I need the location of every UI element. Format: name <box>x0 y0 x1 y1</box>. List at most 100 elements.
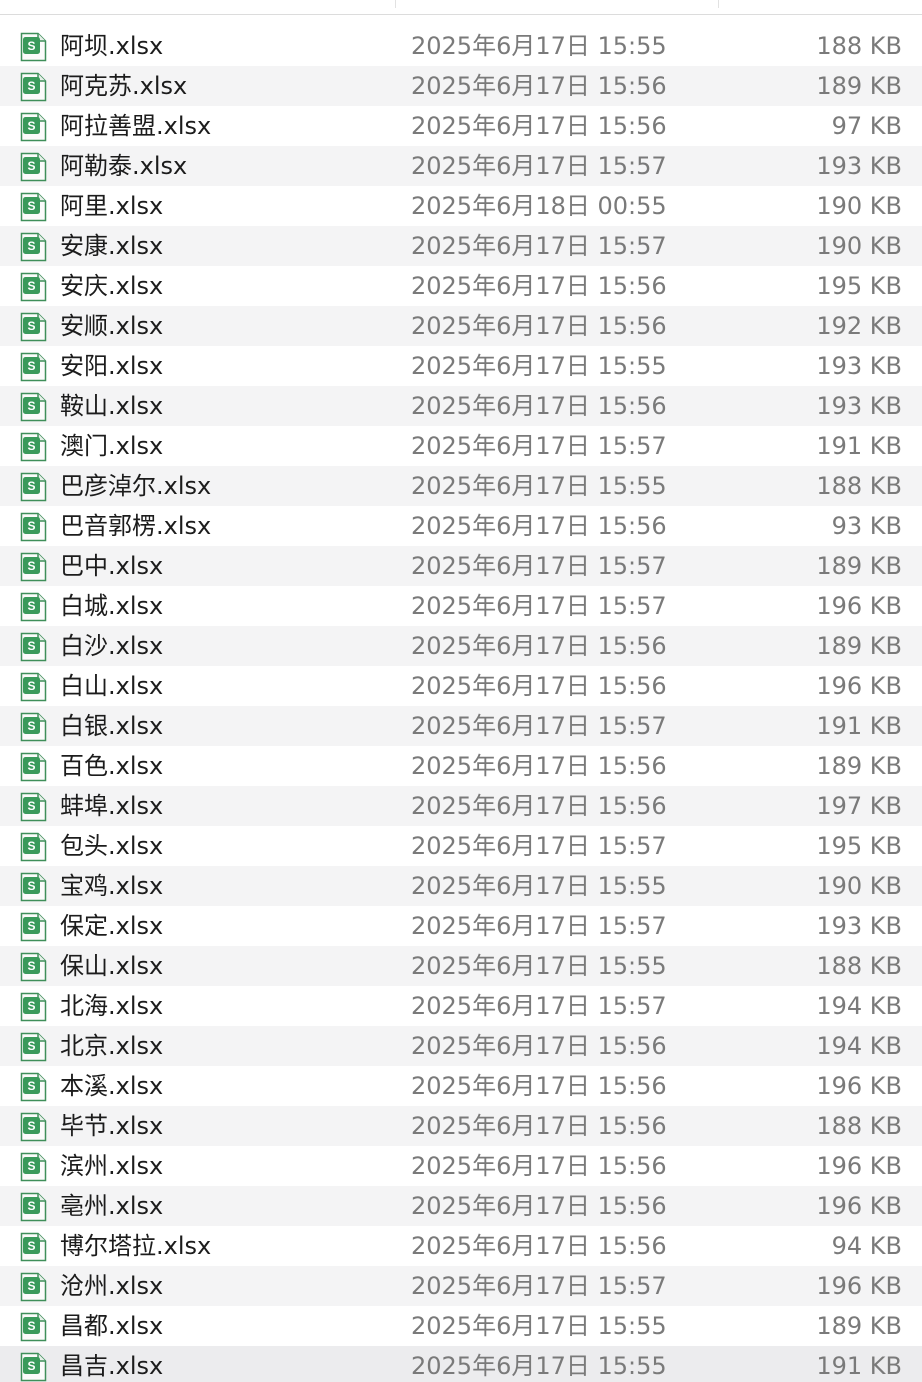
icon-badge-letter: S <box>27 199 35 213</box>
file-name[interactable]: 白城.xlsx <box>60 586 163 626</box>
file-date-modified: 2025年6月17日 15:57 <box>411 1272 667 1300</box>
file-row[interactable]: S 澳门.xlsx 2025年6月17日 15:57 191 KB <box>0 426 922 466</box>
file-rows: S 阿坝.xlsx 2025年6月17日 15:55 188 KB S 阿克苏.xlsx 2… <box>0 26 922 1382</box>
spreadsheet-file-icon: S <box>20 872 47 902</box>
file-name[interactable]: 昌都.xlsx <box>60 1306 163 1346</box>
file-name[interactable]: 安顺.xlsx <box>60 306 163 346</box>
file-date-modified: 2025年6月18日 00:55 <box>411 192 667 220</box>
file-name[interactable]: 阿克苏.xlsx <box>60 66 187 106</box>
file-name[interactable]: 毕节.xlsx <box>60 1106 163 1146</box>
file-row[interactable]: S 北海.xlsx 2025年6月17日 15:57 194 KB <box>0 986 922 1026</box>
file-row[interactable]: S 蚌埠.xlsx 2025年6月17日 15:56 197 KB <box>0 786 922 826</box>
file-row[interactable]: S 白山.xlsx 2025年6月17日 15:56 196 KB <box>0 666 922 706</box>
spreadsheet-file-icon: S <box>20 1352 47 1382</box>
file-name[interactable]: 昌吉.xlsx <box>60 1346 163 1382</box>
file-size: 193 KB <box>816 352 902 380</box>
file-row[interactable]: S 北京.xlsx 2025年6月17日 15:56 194 KB <box>0 1026 922 1066</box>
file-name[interactable]: 阿坝.xlsx <box>60 26 163 66</box>
file-size: 188 KB <box>816 472 902 500</box>
file-name[interactable]: 白银.xlsx <box>60 706 163 746</box>
icon-badge-letter: S <box>27 1039 35 1053</box>
file-row[interactable]: S 安阳.xlsx 2025年6月17日 15:55 193 KB <box>0 346 922 386</box>
file-date-modified: 2025年6月17日 15:56 <box>411 1152 667 1180</box>
file-date-modified: 2025年6月17日 15:57 <box>411 232 667 260</box>
file-name[interactable]: 白沙.xlsx <box>60 626 163 666</box>
file-row[interactable]: S 保山.xlsx 2025年6月17日 15:55 188 KB <box>0 946 922 986</box>
file-name[interactable]: 阿拉善盟.xlsx <box>60 106 211 146</box>
file-row[interactable]: S 博尔塔拉.xlsx 2025年6月17日 15:56 94 KB <box>0 1226 922 1266</box>
file-name[interactable]: 安庆.xlsx <box>60 266 163 306</box>
file-name[interactable]: 亳州.xlsx <box>60 1186 163 1226</box>
file-row[interactable]: S 本溪.xlsx 2025年6月17日 15:56 196 KB <box>0 1066 922 1106</box>
icon-badge-letter: S <box>27 399 35 413</box>
file-name[interactable]: 保山.xlsx <box>60 946 163 986</box>
file-name[interactable]: 阿里.xlsx <box>60 186 163 226</box>
file-date-modified: 2025年6月17日 15:56 <box>411 752 667 780</box>
file-row[interactable]: S 阿里.xlsx 2025年6月18日 00:55 190 KB <box>0 186 922 226</box>
file-row[interactable]: S 阿勒泰.xlsx 2025年6月17日 15:57 193 KB <box>0 146 922 186</box>
file-date-modified: 2025年6月17日 15:56 <box>411 1072 667 1100</box>
file-size: 191 KB <box>816 1352 902 1380</box>
icon-badge-letter: S <box>27 919 35 933</box>
file-row[interactable]: S 鞍山.xlsx 2025年6月17日 15:56 193 KB <box>0 386 922 426</box>
file-size: 193 KB <box>816 392 902 420</box>
file-row[interactable]: S 安庆.xlsx 2025年6月17日 15:56 195 KB <box>0 266 922 306</box>
icon-badge-letter: S <box>27 679 35 693</box>
file-name[interactable]: 阿勒泰.xlsx <box>60 146 187 186</box>
file-row[interactable]: S 白城.xlsx 2025年6月17日 15:57 196 KB <box>0 586 922 626</box>
file-name[interactable]: 巴彦淖尔.xlsx <box>60 466 211 506</box>
file-name[interactable]: 安康.xlsx <box>60 226 163 266</box>
file-name[interactable]: 白山.xlsx <box>60 666 163 706</box>
file-row[interactable]: S 包头.xlsx 2025年6月17日 15:57 195 KB <box>0 826 922 866</box>
file-name[interactable]: 滨州.xlsx <box>60 1146 163 1186</box>
icon-badge-letter: S <box>27 39 35 53</box>
column-divider-size[interactable] <box>718 0 719 8</box>
file-row[interactable]: S 阿克苏.xlsx 2025年6月17日 15:56 189 KB <box>0 66 922 106</box>
file-row[interactable]: S 保定.xlsx 2025年6月17日 15:57 193 KB <box>0 906 922 946</box>
icon-badge-letter: S <box>27 479 35 493</box>
file-row[interactable]: S 安顺.xlsx 2025年6月17日 15:56 192 KB <box>0 306 922 346</box>
icon-badge-letter: S <box>27 719 35 733</box>
file-row[interactable]: S 安康.xlsx 2025年6月17日 15:57 190 KB <box>0 226 922 266</box>
file-name[interactable]: 包头.xlsx <box>60 826 163 866</box>
file-row[interactable]: S 宝鸡.xlsx 2025年6月17日 15:55 190 KB <box>0 866 922 906</box>
column-divider-date[interactable] <box>395 0 396 8</box>
spreadsheet-file-icon: S <box>20 1312 47 1342</box>
file-row[interactable]: S 阿拉善盟.xlsx 2025年6月17日 15:56 97 KB <box>0 106 922 146</box>
file-name[interactable]: 保定.xlsx <box>60 906 163 946</box>
file-name[interactable]: 鞍山.xlsx <box>60 386 163 426</box>
icon-badge-letter: S <box>27 599 35 613</box>
file-row[interactable]: S 巴彦淖尔.xlsx 2025年6月17日 15:55 188 KB <box>0 466 922 506</box>
file-row[interactable]: S 昌吉.xlsx 2025年6月17日 15:55 191 KB <box>0 1346 922 1382</box>
file-row[interactable]: S 阿坝.xlsx 2025年6月17日 15:55 188 KB <box>0 26 922 66</box>
file-name[interactable]: 宝鸡.xlsx <box>60 866 163 906</box>
file-name[interactable]: 博尔塔拉.xlsx <box>60 1226 211 1266</box>
file-row[interactable]: S 白银.xlsx 2025年6月17日 15:57 191 KB <box>0 706 922 746</box>
file-row[interactable]: S 昌都.xlsx 2025年6月17日 15:55 189 KB <box>0 1306 922 1346</box>
file-row[interactable]: S 滨州.xlsx 2025年6月17日 15:56 196 KB <box>0 1146 922 1186</box>
column-header[interactable] <box>0 0 922 15</box>
spreadsheet-file-icon: S <box>20 992 47 1022</box>
icon-badge-letter: S <box>27 839 35 853</box>
file-name[interactable]: 安阳.xlsx <box>60 346 163 386</box>
icon-badge-letter: S <box>27 1119 35 1133</box>
icon-badge-letter: S <box>27 1159 35 1173</box>
file-name[interactable]: 北京.xlsx <box>60 1026 163 1066</box>
file-row[interactable]: S 亳州.xlsx 2025年6月17日 15:56 196 KB <box>0 1186 922 1226</box>
file-name[interactable]: 巴音郭楞.xlsx <box>60 506 211 546</box>
file-row[interactable]: S 毕节.xlsx 2025年6月17日 15:56 188 KB <box>0 1106 922 1146</box>
file-name[interactable]: 本溪.xlsx <box>60 1066 163 1106</box>
file-name[interactable]: 澳门.xlsx <box>60 426 163 466</box>
file-name[interactable]: 北海.xlsx <box>60 986 163 1026</box>
spreadsheet-file-icon: S <box>20 792 47 822</box>
file-name[interactable]: 蚌埠.xlsx <box>60 786 163 826</box>
file-row[interactable]: S 百色.xlsx 2025年6月17日 15:56 189 KB <box>0 746 922 786</box>
file-name[interactable]: 巴中.xlsx <box>60 546 163 586</box>
file-row[interactable]: S 白沙.xlsx 2025年6月17日 15:56 189 KB <box>0 626 922 666</box>
file-row[interactable]: S 沧州.xlsx 2025年6月17日 15:57 196 KB <box>0 1266 922 1306</box>
file-name[interactable]: 沧州.xlsx <box>60 1266 163 1306</box>
file-row[interactable]: S 巴音郭楞.xlsx 2025年6月17日 15:56 93 KB <box>0 506 922 546</box>
file-name[interactable]: 百色.xlsx <box>60 746 163 786</box>
file-row[interactable]: S 巴中.xlsx 2025年6月17日 15:57 189 KB <box>0 546 922 586</box>
spreadsheet-file-icon: S <box>20 712 47 742</box>
